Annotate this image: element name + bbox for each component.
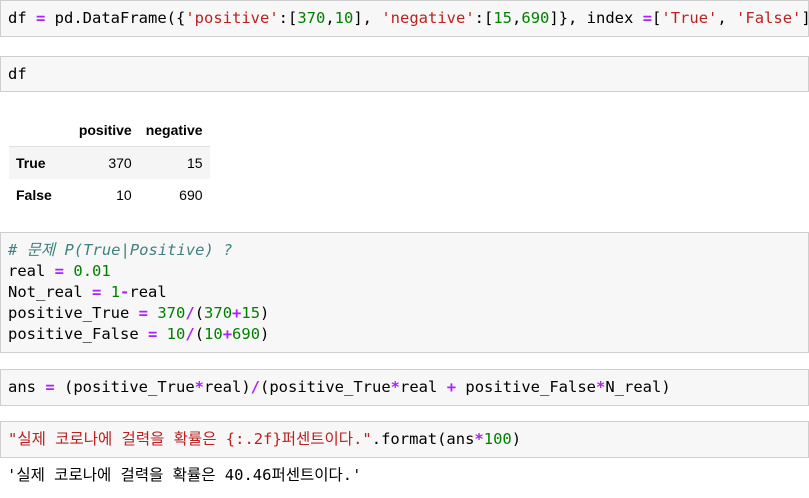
code-token: positive_True [8,304,139,322]
code-token: 15 [241,304,261,322]
code-cell-df[interactable]: df [0,56,809,92]
code-line: df = pd.DataFrame({'positive':[370,10], … [8,8,809,29]
code-token: 370 [204,304,233,322]
code-token: 100 [483,430,512,448]
code-token: 10 [334,9,354,27]
code-token: Not_real [8,283,92,301]
code-token: 0.01 [73,262,111,280]
code-token: ] ) [801,9,809,27]
code-token: (positive_True [260,378,391,396]
code-token: N_real) [605,378,671,396]
code-token: positive_False [456,378,597,396]
code-token: ) [260,304,270,322]
code-comment: # 문제 P(True|Positive) ? [8,241,233,259]
code-token: (positive_True [54,378,195,396]
table-row: False 10 690 [9,179,210,211]
code-token: 15 [493,9,513,27]
column-header: positive [71,114,139,147]
code-token: = [45,378,55,396]
code-cell-probability[interactable]: # 문제 P(True|Positive) ? real = 0.01 Not_… [0,232,809,353]
code-token: .format(ans [371,430,475,448]
code-line: ans = (positive_True*real)/(positive_Tru… [8,377,808,398]
code-token: ], [353,9,382,27]
code-token: real) [204,378,251,396]
code-token: * [474,430,484,448]
code-cell-dataframe[interactable]: df = pd.DataFrame({'positive':[370,10], … [0,0,809,37]
code-token: + [446,378,457,396]
code-token: + [222,325,233,343]
code-token: ans [8,378,46,396]
code-token: / [250,378,261,396]
code-token: 690 [232,325,261,343]
code-token: 'False' [736,9,802,27]
code-token: 370 [297,9,326,27]
code-token: real [8,262,55,280]
table-cell: 690 [179,187,203,203]
code-token: = [92,283,102,301]
code-token: , [512,9,522,27]
table-cell: 10 [116,187,132,203]
code-token: :[ [278,9,298,27]
code-token: * [194,378,204,396]
code-token: real [129,283,167,301]
dataframe-output: positive negative True 370 15 False 10 6… [9,114,210,211]
code-token: 1 [110,283,121,301]
table-cell: 15 [186,155,203,171]
code-token: = [147,325,158,343]
code-token: 690 [521,9,550,27]
code-line: positive_True = 370/(370+15) [8,303,808,324]
code-token: real [400,378,447,396]
code-cell-format[interactable]: "실제 코로나에 걸력을 확률은 {:.2f}퍼센트이다.".format(an… [0,421,809,458]
code-line: positive_False = 10/(10+690) [8,324,808,345]
code-token: 10 [204,325,223,343]
code-line: "실제 코로나에 걸력을 확률은 {:.2f}퍼센트이다.".format(an… [8,429,808,450]
table-header-row: positive negative [9,114,210,147]
code-line: real = 0.01 [8,261,808,282]
code-token: , [325,9,335,27]
code-token: + [232,304,242,322]
table-row: True 370 15 [9,146,210,179]
code-token: :[ [474,9,494,27]
code-token: "실제 코로나에 걸력을 확률은 {:.2f}퍼센트이다." [8,430,372,448]
code-token: 'negative' [381,9,475,27]
code-token: = [36,9,46,27]
code-token: ( [194,304,205,322]
code-token: = [642,9,653,27]
table-cell: 370 [108,155,132,171]
code-token: ( [194,325,205,343]
cell-output-text: '실제 코로나에 걸력을 확률은 40.46퍼센트이다.' [7,466,362,484]
code-token: - [120,283,130,301]
code-token: = [138,304,148,322]
code-token: df [8,9,36,27]
code-token: 370 [157,304,186,322]
row-index: False [16,187,52,203]
code-token: / [185,304,195,322]
code-token: [ [652,9,662,27]
code-token: 'True' [661,9,718,27]
code-line: df [8,65,27,83]
code-token: ]}, index [549,9,643,27]
code-token: pd.DataFrame({ [45,9,186,27]
code-token: / [185,325,195,343]
row-index: True [16,155,46,171]
code-token: * [390,378,401,396]
code-line: Not_real = 1-real [8,282,808,303]
code-token: ) [511,430,522,448]
code-token: , [717,9,737,27]
code-token: 'positive' [185,9,279,27]
code-token: = [54,262,65,280]
index-header [9,114,72,147]
code-token: positive_False [8,325,148,343]
code-cell-ans[interactable]: ans = (positive_True*real)/(positive_Tru… [0,369,809,406]
column-header: negative [138,114,210,147]
code-token: ) [260,325,270,343]
code-token: * [596,378,606,396]
code-token: 10 [166,325,186,343]
